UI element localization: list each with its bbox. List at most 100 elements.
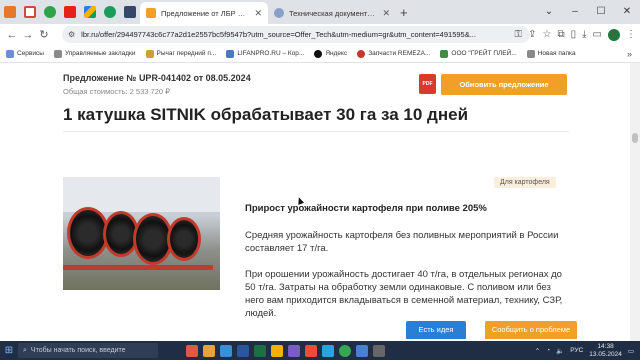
offer-total: Общая стоимость: 2 533 720 ₽ [63, 87, 170, 96]
bookmark-item[interactable]: Яндекс [314, 49, 347, 58]
maximize-icon[interactable]: ☐ [588, 0, 614, 24]
bookmark-item[interactable]: Новая папка [526, 49, 576, 58]
bookmark-item[interactable]: Сервисы [6, 49, 44, 58]
close-icon[interactable]: ✕ [254, 8, 262, 19]
address-bar[interactable]: ⚙ lbr.ru/offer/294497743c6c77a2d1e2557bc… [62, 26, 530, 43]
paragraph: Средняя урожайность картофеля без поливн… [245, 230, 559, 254]
dark-favicon-icon [124, 6, 136, 18]
toolbar-actions: ⚿ ⇪ ☆ ⧉ ▯ ⤓ ▭ A ⋮ [514, 26, 636, 43]
site-favicon-icon [440, 49, 449, 58]
tab-search-icon[interactable]: ⌄ [536, 0, 562, 24]
reel-shape [167, 217, 201, 261]
idea-button[interactable]: Есть идея [406, 321, 466, 339]
site-favicon-icon [357, 49, 366, 58]
orange-favicon-icon [4, 6, 16, 18]
app-icon[interactable] [322, 344, 334, 357]
star-icon[interactable]: ☆ [543, 29, 552, 40]
share-icon[interactable]: ⇪ [528, 29, 536, 40]
volume-icon[interactable]: 🔈 [556, 347, 564, 355]
report-problem-button[interactable]: Сообщить о проблеме [485, 321, 577, 339]
extensions-icon[interactable]: ⧉ [557, 29, 564, 40]
panel-icon[interactable]: ▭ [593, 29, 602, 40]
yandex-icon [314, 49, 323, 58]
chrome-icon[interactable] [339, 344, 351, 357]
clock[interactable]: 14:38 13.05.2024 [589, 343, 622, 359]
pinned-tab[interactable] [120, 0, 140, 24]
category-tag: Для картофеля [494, 177, 556, 188]
folder-icon [53, 49, 62, 58]
site-favicon-icon [145, 49, 154, 58]
offer-title: Предложение № UPR-041402 от 08.05.2024 [63, 73, 251, 83]
tray-arrow-icon[interactable]: ⌃ [535, 347, 540, 355]
search-icon: ⌕ [23, 346, 27, 354]
taskbar: ⊞ ⌕ Чтобы начать поиск, введите ⌃ ◔ 🔈 РУ… [0, 341, 640, 360]
bookmark-item[interactable]: ООО "ГРЕЙТ ПЛЕЙ... [440, 49, 517, 58]
sidebar-icon[interactable]: ▯ [571, 29, 577, 40]
url-text: lbr.ru/offer/294497743c6c77a2d1e2557bc5f… [81, 30, 476, 39]
forward-arrow-icon[interactable]: → [20, 29, 36, 41]
avatar[interactable]: A [608, 28, 620, 41]
bookmark-item[interactable]: Управляемые закладки [53, 49, 136, 58]
bookmark-item[interactable]: Запчасти REMEZA... [357, 49, 430, 58]
scroll-thumb[interactable] [632, 133, 638, 143]
download-icon[interactable]: ⤓ [582, 29, 586, 40]
app-icon[interactable] [186, 344, 198, 357]
pinned-tab[interactable] [20, 0, 40, 24]
language-indicator[interactable]: РУС [570, 347, 583, 354]
app-icon[interactable] [305, 344, 317, 357]
apps-grid-icon [6, 49, 14, 58]
pinned-tab[interactable] [0, 0, 20, 24]
site-info-icon[interactable]: ⚙ [68, 30, 75, 39]
page-title: 1 катушка SITNIK обрабатывает 30 га за 1… [63, 105, 469, 124]
app-icon[interactable] [356, 344, 368, 357]
app-icon[interactable] [254, 344, 266, 357]
pdf-icon[interactable]: PDF [419, 74, 436, 94]
globe-icon [274, 8, 284, 18]
new-tab-button[interactable]: + [400, 5, 408, 20]
app-icon[interactable] [373, 344, 385, 357]
app-icon[interactable] [220, 344, 232, 357]
page-content: Предложение № UPR-041402 от 08.05.2024 О… [0, 63, 630, 341]
scrollbar[interactable] [630, 63, 640, 341]
windows-start-icon[interactable]: ⊞ [0, 345, 18, 356]
gmail-icon [24, 6, 36, 18]
green-circle-icon [104, 6, 116, 18]
close-icon[interactable]: ✕ [382, 8, 390, 19]
key-icon[interactable]: ⚿ [514, 29, 522, 40]
frame-shape [63, 265, 213, 270]
tab-docs[interactable]: Техническая документация ✕ [268, 2, 396, 24]
network-icon[interactable]: ◔ [546, 347, 550, 354]
bookmark-item[interactable]: Рычаг передний п... [145, 49, 216, 58]
browser-tabstrip: Предложение от ЛБР № UPR-041402 ✕ Технич… [0, 0, 640, 24]
notifications-icon[interactable]: ▭ [628, 347, 634, 355]
tab-offer[interactable]: Предложение от ЛБР № UPR-041402 ✕ [140, 2, 268, 24]
site-favicon-icon [226, 49, 235, 58]
section-title: Прирост урожайности картофеля при поливе… [245, 203, 487, 214]
taskbar-apps [186, 344, 385, 357]
app-icon[interactable] [237, 344, 249, 357]
more-bookmarks-icon[interactable]: » [627, 49, 632, 59]
taskbar-search[interactable]: ⌕ Чтобы начать поиск, введите [18, 343, 158, 358]
pinned-tab[interactable] [60, 0, 80, 24]
app-icon[interactable] [271, 344, 283, 357]
product-photo [63, 177, 220, 290]
tab-title: Техническая документация [289, 8, 378, 18]
search-placeholder: Чтобы начать поиск, введите [30, 347, 126, 354]
tab-title: Предложение от ЛБР № UPR-041402 [161, 8, 249, 18]
youtube-icon [64, 6, 76, 18]
back-arrow-icon[interactable]: ← [4, 29, 20, 41]
app-icon[interactable] [203, 344, 215, 357]
pinned-tab[interactable] [40, 0, 60, 24]
bookmark-item[interactable]: LIFANPRO.RU – Кор... [226, 49, 304, 58]
drive-icon [84, 6, 96, 18]
update-offer-button[interactable]: Обновить предложение [441, 74, 567, 95]
clock-date: 13.05.2024 [589, 350, 622, 358]
menu-icon[interactable]: ⋮ [626, 29, 636, 40]
pinned-tab[interactable] [100, 0, 120, 24]
reload-icon[interactable]: ↻ [36, 28, 52, 41]
close-window-icon[interactable]: ✕ [614, 0, 640, 24]
pinned-tab[interactable] [80, 0, 100, 24]
minimize-icon[interactable]: – [562, 0, 588, 24]
lbr-favicon-icon [146, 8, 156, 18]
app-icon[interactable] [288, 344, 300, 357]
